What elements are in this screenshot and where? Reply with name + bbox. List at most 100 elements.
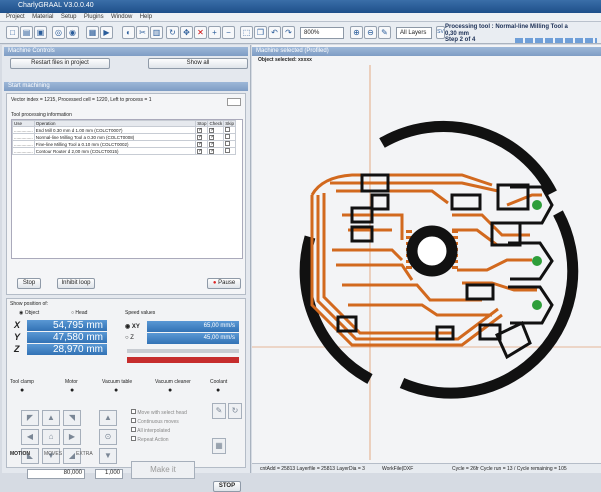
z-radio[interactable]: ○ Z [125, 335, 134, 341]
show-all-button[interactable]: Show all [148, 58, 248, 69]
stop-checkbox[interactable]: ✓ [197, 135, 202, 140]
jog-up-right-button[interactable]: ◥ [63, 410, 81, 426]
settings-icon[interactable]: ◎ [52, 26, 65, 39]
zoom-out-icon[interactable]: − [222, 26, 235, 39]
make-it-button[interactable]: Make it [131, 461, 195, 479]
rotate-icon[interactable]: ↻ [228, 403, 242, 419]
status-cycle: Cycle = 26fr Cycle run = 13 / Cycle rema… [452, 466, 567, 472]
jog-up-left-button[interactable]: ◤ [21, 410, 39, 426]
tool-clamp-toggle[interactable]: ● [20, 387, 24, 394]
menu-plugins[interactable]: Plugins [84, 13, 104, 22]
undo-icon[interactable]: ↶ [268, 26, 281, 39]
status-file: WorkFile(DXF [382, 466, 414, 472]
refresh-icon[interactable]: ↻ [166, 26, 179, 39]
check-checkbox[interactable]: ✓ [209, 128, 215, 133]
tool-icon[interactable]: ◐ [122, 26, 135, 39]
skip-checkbox[interactable] [225, 134, 231, 139]
continuous-moves-option[interactable]: Continuous moves [131, 418, 187, 427]
zoom-fit-icon[interactable]: ⊕ [350, 26, 363, 39]
table-row[interactable]: ............... Fine-line Milling Tool a … [12, 140, 236, 148]
z-home-button[interactable]: ⊙ [99, 429, 117, 445]
pcb-canvas[interactable] [252, 65, 601, 460]
move-icon[interactable]: ✥ [180, 26, 193, 39]
object-radio[interactable]: ◉ Object [19, 310, 39, 316]
xy-radio-label: XY [131, 324, 140, 330]
tab-extra[interactable]: EXTRA [76, 451, 93, 457]
coolant-label: Coolant [210, 379, 228, 385]
move-select-head-option[interactable]: Move with select head [131, 409, 187, 418]
speed-slider[interactable] [127, 349, 239, 353]
delete-icon[interactable]: ✕ [194, 26, 207, 39]
check-checkbox[interactable]: ✓ [209, 142, 215, 147]
pen-icon[interactable]: ✎ [378, 26, 391, 39]
stop-checkbox[interactable]: ✓ [197, 128, 202, 133]
restart-files-button[interactable]: Restart files in project [10, 58, 110, 69]
stop-machining-button[interactable]: Stop [17, 278, 41, 289]
copy-icon[interactable]: ❐ [254, 26, 267, 39]
menu-window[interactable]: Window [111, 13, 132, 22]
zoom-window-icon[interactable]: ⊖ [364, 26, 377, 39]
z-up-button[interactable]: ▲ [99, 410, 117, 426]
zoom-select[interactable]: 800% [300, 27, 344, 39]
pause-icon: ● [212, 280, 217, 286]
open-file-icon[interactable]: ▤ [20, 26, 33, 39]
option-label: Repeat Action [137, 437, 169, 443]
machine-icon[interactable]: ◉ [66, 26, 79, 39]
col-skip: Skip [223, 120, 236, 127]
z-speed-field[interactable]: 45,00 mm/s [147, 333, 239, 344]
layer-icon[interactable]: ▥ [150, 26, 163, 39]
table-row[interactable]: ............... End Mill 0.30 mm d 1.00 m… [12, 126, 236, 134]
pin-icon[interactable]: ✎ [212, 403, 226, 419]
table-row[interactable]: ............... Contour Router d 2,00 mm … [12, 147, 236, 155]
stop-button[interactable]: STOP [213, 481, 241, 492]
xy-step-input[interactable]: 80,000 [27, 469, 85, 479]
save-icon[interactable]: ▣ [34, 26, 47, 39]
grid-view-icon[interactable]: ▦ [212, 438, 226, 454]
skip-checkbox[interactable] [225, 127, 231, 132]
jog-home-button[interactable]: ⌂ [42, 429, 60, 445]
menu-setup[interactable]: Setup [61, 13, 77, 22]
menu-project[interactable]: Project [6, 13, 25, 22]
head-radio[interactable]: ○ Head [71, 310, 87, 316]
stop-checkbox[interactable]: ✓ [197, 142, 202, 147]
inhibit-loop-button[interactable]: Inhibit loop [57, 278, 95, 289]
table-row[interactable]: ............... Normal-line Milling Tool … [12, 133, 236, 141]
menu-material[interactable]: Material [32, 13, 53, 22]
panel-options-button[interactable] [227, 98, 241, 106]
xy-radio[interactable]: ◉ XY [125, 323, 140, 330]
redo-icon[interactable]: ↷ [282, 26, 295, 39]
col-stop: Stop [195, 120, 209, 127]
left-panel: Machine Controls Restart files in projec… [2, 45, 251, 492]
select-icon[interactable]: ⬚ [240, 26, 253, 39]
jog-left-button[interactable]: ◀ [21, 429, 39, 445]
jog-up-button[interactable]: ▲ [42, 410, 60, 426]
repeat-action-option[interactable]: Repeat Action [131, 436, 187, 445]
pause-button[interactable]: ● Pause [207, 278, 241, 289]
x-axis-label: X [14, 320, 21, 330]
motor-toggle[interactable]: ● [70, 387, 74, 394]
check-checkbox[interactable]: ✓ [209, 135, 215, 140]
xy-speed-field[interactable]: 65,00 mm/s [147, 321, 239, 332]
head-radio-label: Head [75, 310, 88, 316]
motion-panel: Show position of: ◉ Object ○ Head X Y Z … [6, 298, 246, 492]
tab-moves[interactable]: MOVES [44, 451, 62, 457]
skip-checkbox[interactable] [225, 148, 231, 153]
grid-icon[interactable]: ▦ [86, 26, 99, 39]
new-file-icon[interactable]: □ [6, 26, 19, 39]
all-interpolated-option[interactable]: All interpolated [131, 427, 187, 436]
vacuum-cleaner-toggle[interactable]: ● [168, 387, 172, 394]
layers-select[interactable]: All Layers [396, 27, 432, 39]
check-checkbox[interactable]: ✓ [209, 149, 215, 154]
stop-checkbox[interactable]: ✓ [197, 149, 202, 154]
zoom-in-icon[interactable]: + [208, 26, 221, 39]
play-icon[interactable]: ▶ [100, 26, 113, 39]
jog-right-button[interactable]: ▶ [63, 429, 81, 445]
vacuum-table-toggle[interactable]: ● [114, 387, 118, 394]
sv-button[interactable]: SV [436, 26, 445, 39]
skip-checkbox[interactable] [225, 141, 231, 146]
coolant-toggle[interactable]: ● [216, 387, 220, 394]
cut-icon[interactable]: ✂ [136, 26, 149, 39]
tab-motion[interactable]: MOTION [10, 451, 30, 457]
menu-help[interactable]: Help [140, 13, 152, 22]
z-step-input[interactable]: 1,000 [95, 469, 123, 479]
